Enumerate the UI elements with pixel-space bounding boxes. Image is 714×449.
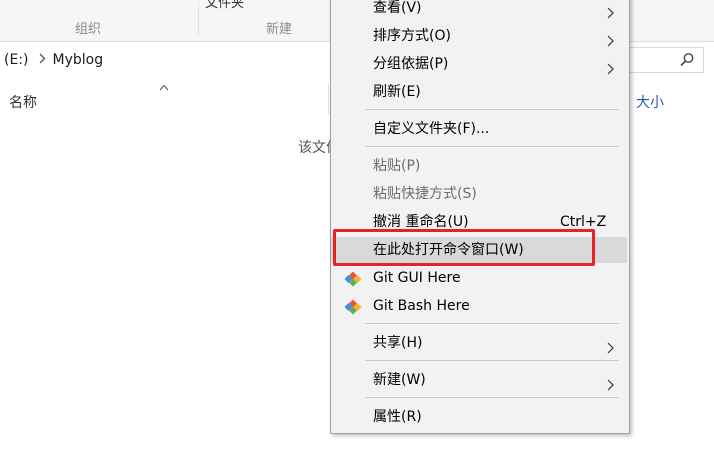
menu-item-properties[interactable]: 属性(R) [331, 404, 629, 430]
menu-item-label: 共享(H) [373, 335, 423, 351]
menu-item-group-by[interactable]: 分组依据(P) [331, 51, 629, 77]
context-menu: 查看(V) 排序方式(O) 分组依据(P) 刷新(E) 自定义文件夹(F)...… [330, 0, 630, 434]
menu-item-undo-rename[interactable]: 撤消 重命名(U) Ctrl+Z [331, 209, 629, 235]
ribbon-divider [198, 2, 199, 36]
menu-item-label: Git Bash Here [373, 298, 470, 314]
menu-item-label: 粘贴快捷方式(S) [373, 186, 477, 202]
menu-item-label: 新建(W) [373, 372, 426, 388]
menu-item-customize-folder[interactable]: 自定义文件夹(F)... [331, 116, 629, 142]
menu-item-label: 在此处打开命令窗口(W) [373, 242, 524, 258]
address-bar[interactable]: (E:) Myblog [0, 47, 330, 73]
breadcrumb-folder[interactable]: Myblog [53, 52, 104, 68]
menu-item-shortcut: Ctrl+Z [560, 214, 607, 230]
git-diamond-icon [344, 298, 362, 324]
breadcrumb-chevron-icon[interactable] [39, 53, 46, 67]
ribbon-clipped-label: 文件夹 [205, 0, 245, 11]
empty-folder-message: 该文件夹为空。 [298, 140, 330, 156]
menu-item-label: Git GUI Here [373, 270, 461, 286]
menu-separator [365, 323, 619, 324]
search-input[interactable] [630, 47, 704, 73]
menu-item-label: 撤消 重命名(U) [373, 214, 469, 230]
menu-item-sort-by[interactable]: 排序方式(O) [331, 23, 629, 49]
menu-item-label: 属性(R) [373, 409, 422, 425]
column-divider[interactable] [328, 84, 329, 114]
column-name[interactable]: 名称 [9, 92, 37, 112]
menu-item-git-bash[interactable]: Git Bash Here [331, 293, 629, 319]
ribbon-group-new: 新建 [265, 22, 292, 37]
menu-item-label: 排序方式(O) [373, 28, 451, 44]
menu-item-label: 粘贴(P) [373, 158, 421, 174]
ribbon-group-organize: 组织 [74, 22, 101, 37]
menu-separator [365, 397, 619, 398]
menu-item-open-command-window[interactable]: 在此处打开命令窗口(W) [331, 237, 627, 263]
sort-ascending-icon [159, 81, 169, 94]
menu-item-share[interactable]: 共享(H) [331, 330, 629, 356]
column-header-row: 名称 [0, 84, 330, 116]
menu-item-paste: 粘贴(P) [331, 153, 629, 179]
menu-item-new[interactable]: 新建(W) [331, 367, 629, 393]
menu-item-paste-shortcut: 粘贴快捷方式(S) [331, 181, 629, 207]
menu-item-refresh[interactable]: 刷新(E) [331, 79, 629, 105]
menu-item-label: 自定义文件夹(F)... [373, 121, 490, 137]
search-icon[interactable] [679, 52, 695, 72]
column-size[interactable]: 大小 [636, 92, 664, 112]
menu-separator [365, 146, 619, 147]
menu-item-label: 刷新(E) [373, 84, 421, 100]
menu-item-label: 查看(V) [373, 0, 422, 16]
menu-item-view[interactable]: 查看(V) [331, 0, 629, 21]
breadcrumb-drive[interactable]: (E:) [0, 52, 29, 68]
menu-separator [365, 109, 619, 110]
menu-separator [365, 360, 619, 361]
menu-item-git-gui[interactable]: Git GUI Here [331, 265, 629, 291]
menu-item-label: 分组依据(P) [373, 56, 449, 72]
